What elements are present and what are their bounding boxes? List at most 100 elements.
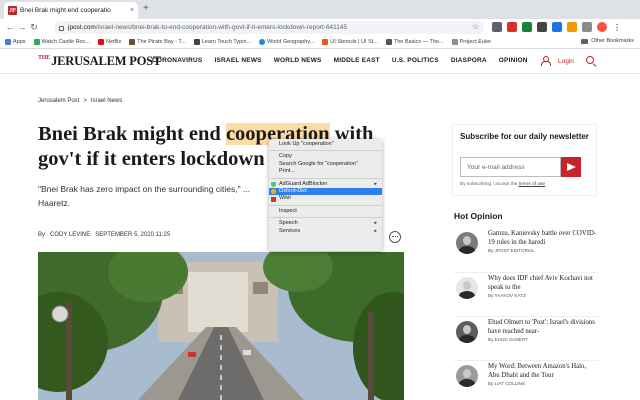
- newsletter-form: Your e-mail address: [460, 157, 581, 177]
- bookmark-item[interactable]: UI Stencils | UI St...: [322, 39, 378, 45]
- reload-button[interactable]: ↻: [28, 19, 40, 36]
- bookmark-item[interactable]: The Pirate Bay - T...: [129, 39, 186, 45]
- globe-icon: [259, 39, 266, 45]
- breadcrumb-home[interactable]: Jerusalem Post: [38, 98, 79, 104]
- context-menu: Look Up "cooperation" Copy Search Google…: [269, 139, 382, 251]
- menu-item-services[interactable]: Services ▸: [269, 228, 382, 235]
- bookmarks-bar: Apps Watch Castle Roc... Netflix The Pir…: [0, 36, 640, 49]
- bookmark-favicon-icon: [33, 39, 40, 45]
- subscribe-button[interactable]: [561, 157, 581, 177]
- adguard-shield-icon: [271, 181, 276, 187]
- breadcrumb-section[interactable]: Israel News: [91, 98, 122, 104]
- nav-diaspora[interactable]: DIASPORA: [451, 57, 487, 64]
- breadcrumb-separator: >: [83, 98, 87, 104]
- list-item[interactable]: Gamzu, Kanievsky battle over COVID-19 ru…: [454, 228, 599, 272]
- site-logo[interactable]: THEJERUSALEM POST: [38, 54, 161, 69]
- bookmark-item[interactable]: The Basics — The...: [385, 39, 444, 45]
- opinion-title[interactable]: My Word: Between Amazon's Halo, Abu Dhab…: [488, 363, 598, 380]
- extension-green-icon[interactable]: [522, 22, 532, 32]
- extensions-row: ⋮: [492, 22, 622, 32]
- bookmark-favicon-icon: [385, 39, 392, 45]
- url-text: jpost.com/israel-news/bnei-brak-to-end-c…: [68, 24, 348, 31]
- menu-item-inspect[interactable]: Inspect: [269, 208, 382, 215]
- extension-dark-icon[interactable]: [537, 22, 547, 32]
- nav-opinion[interactable]: OPINION: [499, 57, 528, 64]
- newsletter-title: Subscribe for our daily newsletter: [460, 132, 589, 141]
- menu-item-print[interactable]: Print...: [269, 168, 382, 175]
- bookmark-star-icon[interactable]: ☆: [472, 22, 479, 31]
- login-link[interactable]: Login: [558, 58, 574, 65]
- author-avatar: [456, 321, 478, 343]
- author-avatar: [456, 365, 478, 387]
- search-icon[interactable]: [585, 56, 596, 66]
- jpost-favicon-icon: JP: [8, 6, 17, 15]
- opinion-title[interactable]: Why does IDF chief Aviv Kochavi not spea…: [488, 275, 598, 292]
- author-link[interactable]: CODY LEVINE: [50, 232, 90, 238]
- bookmark-item[interactable]: Watch Castle Roc...: [33, 39, 90, 45]
- new-tab-button[interactable]: +: [143, 3, 149, 15]
- article-photo: [38, 252, 404, 400]
- nav-world-news[interactable]: WORLD NEWS: [274, 57, 322, 64]
- other-bookmarks[interactable]: Other Bookmarks: [581, 38, 634, 44]
- browser-toolbar: ← → ↻ jpost.com/israel-news/bnei-brak-to…: [0, 19, 640, 36]
- bookmark-item[interactable]: Project Euler: [451, 39, 491, 45]
- terms-text: By subscribing I accept the terms of use: [460, 182, 546, 187]
- wikit-icon: [271, 196, 276, 202]
- main-nav: CORONAVIRUS ISRAEL NEWS WORLD NEWS MIDDL…: [152, 57, 528, 64]
- opinion-author: By EHUD OLMERT: [488, 337, 528, 342]
- bookmark-apps[interactable]: Apps: [5, 39, 26, 45]
- menu-kebab-icon[interactable]: ⋮: [612, 22, 622, 32]
- terms-link[interactable]: terms of use: [519, 182, 545, 187]
- opinion-author: By YAAKOV KATZ: [488, 293, 526, 298]
- menu-item-wikit[interactable]: Wikit: [269, 195, 382, 202]
- article-lede: "Bnei Brak has zero impact on the surrou…: [38, 184, 251, 208]
- oxford-dict-icon: [271, 189, 276, 195]
- breadcrumb: Jerusalem Post > Israel News: [38, 98, 122, 104]
- opinion-title[interactable]: Ehud Olmert to 'Post': Israel's division…: [488, 319, 598, 336]
- list-item[interactable]: My Word: Between Amazon's Halo, Abu Dhab…: [454, 360, 599, 400]
- menu-divider: [269, 150, 382, 152]
- profile-avatar[interactable]: [597, 22, 607, 32]
- extension-red-icon[interactable]: [507, 22, 517, 32]
- list-item[interactable]: Ehud Olmert to 'Post': Israel's division…: [454, 316, 599, 360]
- list-item[interactable]: Why does IDF chief Aviv Kochavi not spea…: [454, 272, 599, 316]
- nav-coronavirus[interactable]: CORONAVIRUS: [152, 57, 202, 64]
- chat-bubble-icon[interactable]: [389, 231, 401, 243]
- menu-item-oxford-dict[interactable]: Oxford-Dict: [269, 187, 382, 196]
- opinion-author: By LIAT COLLINS: [488, 381, 525, 386]
- tab-close-icon[interactable]: ×: [130, 7, 134, 14]
- address-bar[interactable]: jpost.com/israel-news/bnei-brak-to-end-c…: [54, 21, 484, 34]
- extension-orange-icon[interactable]: [567, 22, 577, 32]
- menu-item-speech[interactable]: Speech ▸: [269, 220, 382, 227]
- bookmark-favicon-icon: [451, 39, 458, 45]
- menu-divider: [269, 177, 382, 179]
- menu-item-search-google[interactable]: Search Google for "cooperation": [269, 161, 382, 168]
- forward-button[interactable]: →: [16, 19, 28, 36]
- user-icon[interactable]: [540, 56, 551, 66]
- header-actions: Login: [540, 56, 596, 66]
- tab-title: Bnei Brak might end cooperatio: [20, 7, 111, 14]
- author-avatar: [456, 277, 478, 299]
- site-header: THEJERUSALEM POST CORONAVIRUS ISRAEL NEW…: [0, 49, 640, 74]
- back-button[interactable]: ←: [4, 19, 16, 36]
- nav-us-politics[interactable]: U.S. POLITICS: [392, 57, 439, 64]
- browser-tab[interactable]: JP Bnei Brak might end cooperatio ×: [4, 2, 138, 19]
- bookmark-item[interactable]: Learn Touch Typin...: [193, 39, 251, 45]
- netflix-icon: [97, 39, 104, 45]
- menu-item-copy[interactable]: Copy: [269, 153, 382, 160]
- email-field[interactable]: Your e-mail address: [460, 157, 561, 177]
- menu-item-adguard[interactable]: AdGuard AdBlocker ▸: [269, 181, 382, 188]
- submenu-arrow-icon: ▸: [374, 180, 377, 187]
- extension-gray-icon[interactable]: [582, 22, 592, 32]
- lock-icon: [59, 26, 64, 31]
- bookmark-item[interactable]: World Geography...: [259, 39, 314, 45]
- menu-item-look-up[interactable]: Look Up "cooperation": [269, 141, 382, 148]
- hot-opinion-list: Gamzu, Kanievsky battle over COVID-19 ru…: [454, 228, 599, 400]
- nav-israel-news[interactable]: ISRAEL NEWS: [214, 57, 261, 64]
- extension-blue-icon[interactable]: [552, 22, 562, 32]
- nav-middle-east[interactable]: MIDDLE EAST: [334, 57, 380, 64]
- opinion-title[interactable]: Gamzu, Kanievsky battle over COVID-19 ru…: [488, 230, 598, 247]
- bookmark-item[interactable]: Netflix: [97, 39, 121, 45]
- bookmark-favicon-icon: [322, 39, 329, 45]
- extension-puzzle-icon[interactable]: [492, 22, 502, 32]
